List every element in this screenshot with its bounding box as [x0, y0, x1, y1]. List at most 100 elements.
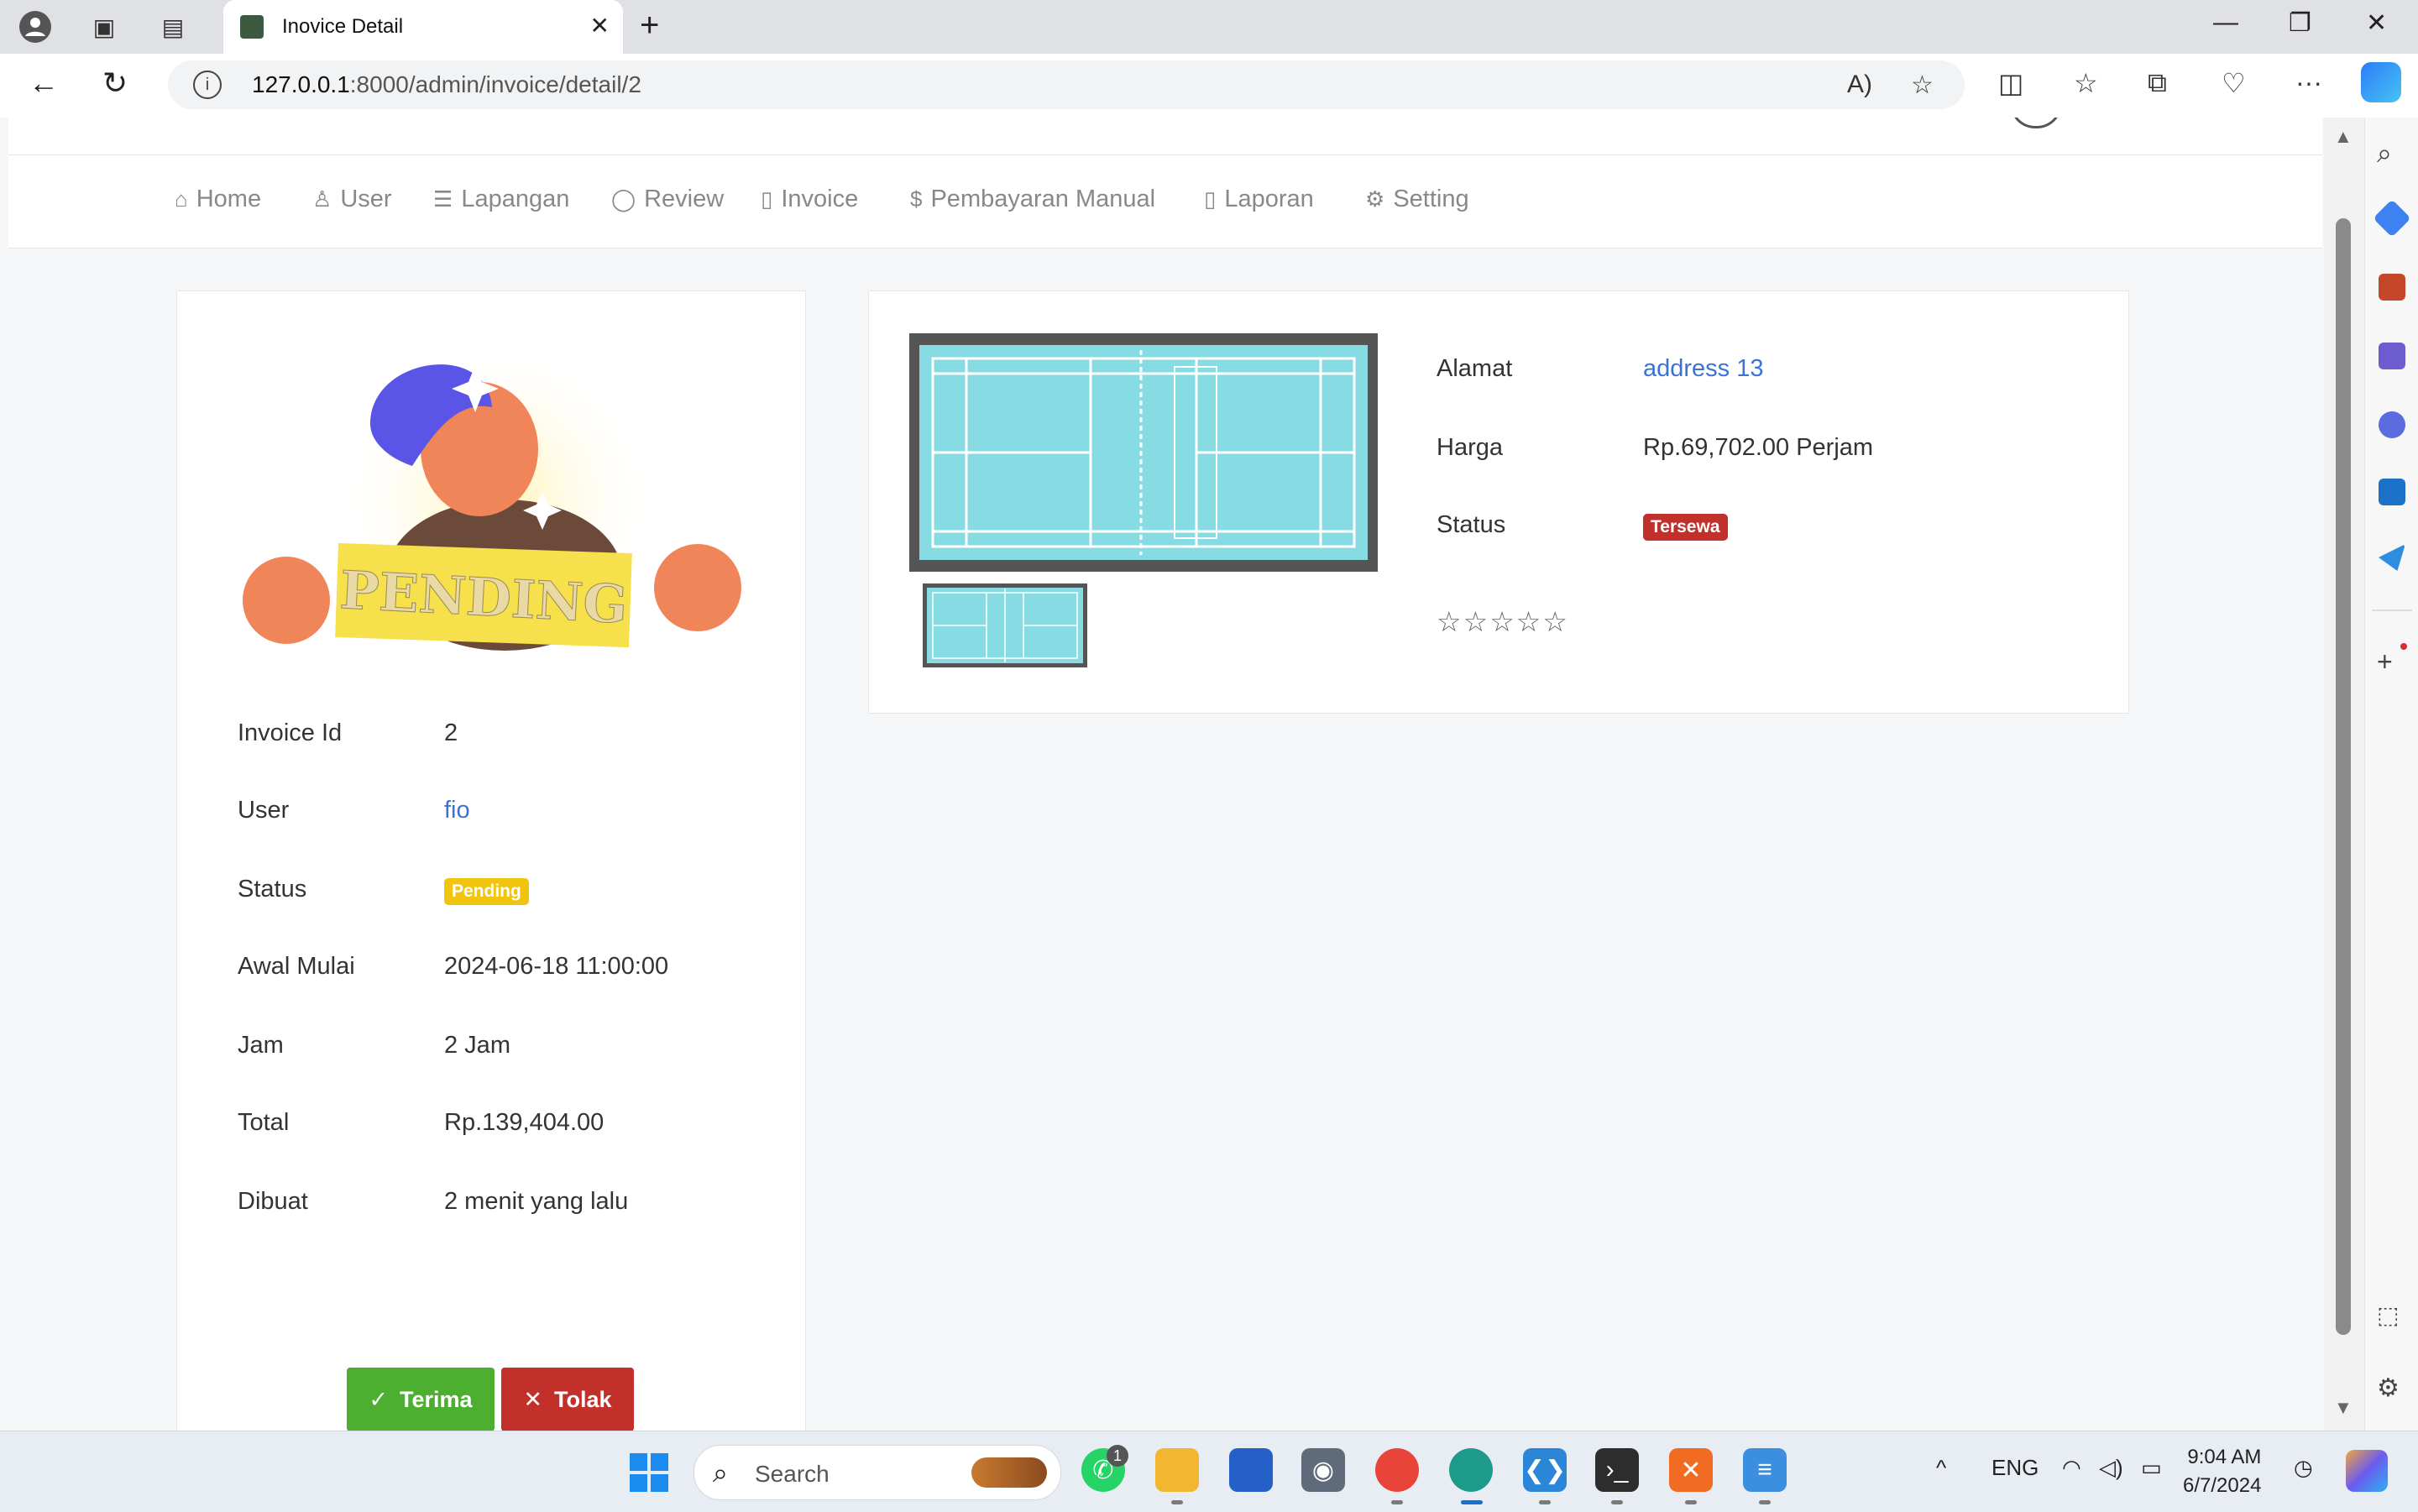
user-icon: ♙	[312, 186, 332, 212]
more-options-icon[interactable]: ···	[2295, 67, 2322, 98]
send-icon[interactable]	[2379, 544, 2405, 571]
nav-item-pembayaran-manual[interactable]: $ Pembayaran Manual	[910, 186, 1155, 213]
star-icon: ☆	[1542, 606, 1569, 637]
address-bar-row: ← ↻ i 127.0.0.1:8000/admin/invoice/detai…	[0, 54, 2418, 118]
star-icon: ☆	[1437, 606, 1463, 637]
chrome-icon[interactable]	[1375, 1448, 1419, 1492]
clipboard-icon: ▯	[761, 186, 773, 212]
nav-item-lapangan[interactable]: ☰ Lapangan	[433, 186, 569, 213]
running-indicator	[1539, 1500, 1551, 1504]
tools-briefcase-icon[interactable]	[2379, 274, 2405, 301]
copilot-icon[interactable]	[2361, 62, 2401, 102]
vscode-icon[interactable]: ❮❯	[1523, 1448, 1567, 1492]
chat-icon: ◯	[611, 186, 636, 212]
new-tab-icon[interactable]: +	[640, 7, 659, 44]
accept-button[interactable]: ✓ Terima	[347, 1368, 495, 1431]
terminal-icon[interactable]: ›_	[1595, 1448, 1639, 1492]
page-scrollbar[interactable]: ▲ ▼	[2324, 118, 2364, 1431]
battery-icon[interactable]: ▭	[2141, 1455, 2162, 1481]
inbox-icon: ⌂	[175, 186, 188, 212]
nav-item-setting[interactable]: ⚙ Setting	[1365, 186, 1469, 213]
vertical-tabs-icon[interactable]: ▤	[154, 8, 191, 45]
volume-icon[interactable]: ◁)	[2099, 1455, 2123, 1481]
favorite-star-icon[interactable]: ☆	[1911, 71, 1934, 100]
sidebar-settings-icon[interactable]: ⚙	[2377, 1373, 2400, 1403]
browser-tab-bar: ▣ ▤ Inovice Detail ✕ + — ❐ ✕	[0, 0, 2418, 54]
top-header-strip	[8, 118, 2322, 155]
back-icon[interactable]: ←	[29, 65, 59, 101]
status-badge: Pending	[444, 878, 529, 905]
windows-taskbar: ⌕ Search ✆ 1 ◉ ❮❯ ›_ ✕ ≡ ^ ENG ◠ ◁) ▭ 9:…	[0, 1431, 2418, 1512]
invoice-id-value: 2	[444, 719, 458, 746]
running-indicator	[1759, 1500, 1771, 1504]
screenshot-icon[interactable]: ⬚	[2377, 1301, 2399, 1329]
page-viewport: ⌂ Home ♙ User ☰ Lapangan ◯ Review ▯ Invoice $…	[0, 118, 2324, 1431]
restore-icon[interactable]: ❐	[2289, 8, 2311, 38]
system-clock[interactable]: 9:04 AM 6/7/2024	[2183, 1443, 2261, 1500]
wifi-icon[interactable]: ◠	[2062, 1455, 2081, 1481]
shopping-tag-icon[interactable]	[2373, 199, 2411, 238]
active-indicator	[1461, 1500, 1483, 1504]
gear-icon: ⚙	[1365, 186, 1385, 212]
add-icon[interactable]: +	[2377, 646, 2393, 678]
whatsapp-badge: 1	[1107, 1445, 1128, 1467]
search-icon: ⌕	[713, 1457, 728, 1488]
invoice-user-link[interactable]: fio	[444, 797, 470, 824]
minimize-icon[interactable]: —	[2213, 8, 2238, 37]
site-favicon-icon	[240, 15, 264, 39]
field-address-link[interactable]: address 13	[1643, 355, 1764, 383]
edge-icon[interactable]	[1449, 1448, 1493, 1492]
copilot-app-icon[interactable]	[2379, 411, 2405, 438]
favorites-icon[interactable]: ☆	[2074, 67, 2098, 99]
show-hidden-icons-icon[interactable]: ^	[1936, 1455, 1946, 1481]
outlook-icon[interactable]	[2379, 479, 2405, 505]
court-image[interactable]	[909, 333, 1378, 572]
nav-item-invoice[interactable]: ▯ Invoice	[761, 186, 858, 213]
split-screen-icon[interactable]: ◫	[1998, 67, 2023, 99]
file-explorer-icon[interactable]	[1155, 1448, 1199, 1492]
profile-icon[interactable]	[17, 8, 54, 45]
scroll-up-arrow-icon[interactable]: ▲	[2334, 126, 2353, 148]
close-tab-icon[interactable]: ✕	[590, 12, 610, 39]
performance-icon[interactable]: ♡	[2222, 67, 2246, 99]
collections-icon[interactable]: ⧉	[2148, 67, 2167, 99]
nav-item-user[interactable]: ♙ User	[312, 186, 392, 213]
url-text: 127.0.0.1:8000/admin/invoice/detail/2	[252, 71, 641, 97]
court-thumbnail[interactable]	[923, 583, 1087, 667]
copilot-preview-icon[interactable]	[2346, 1450, 2388, 1492]
star-icon: ☆	[1515, 606, 1543, 637]
site-info-icon[interactable]: i	[193, 71, 222, 99]
camera-icon[interactable]: ◉	[1301, 1448, 1345, 1492]
refresh-icon[interactable]: ↻	[102, 65, 128, 101]
games-icon[interactable]	[2379, 343, 2405, 369]
avatar[interactable]	[2010, 118, 2062, 128]
nav-item-laporan[interactable]: ▯ Laporan	[1204, 186, 1314, 213]
reject-button[interactable]: ✕ Tolak	[501, 1368, 634, 1431]
running-indicator	[1391, 1500, 1403, 1504]
xampp-icon[interactable]: ✕	[1669, 1448, 1713, 1492]
check-icon: ✓	[369, 1386, 389, 1412]
nav-item-home[interactable]: ⌂ Home	[175, 186, 261, 213]
read-aloud-icon[interactable]: A)	[1847, 71, 1872, 99]
notepad-icon[interactable]: ≡	[1743, 1448, 1787, 1492]
running-indicator	[1171, 1500, 1183, 1504]
scroll-thumb[interactable]	[2336, 218, 2351, 1335]
search-icon[interactable]: ⌕	[2377, 138, 2392, 170]
dollar-icon: $	[910, 186, 923, 212]
address-field[interactable]: i 127.0.0.1:8000/admin/invoice/detail/2 …	[168, 60, 1965, 109]
scroll-down-arrow-icon[interactable]: ▼	[2334, 1397, 2353, 1419]
tab-title: Inovice Detail	[282, 15, 404, 38]
nav-item-review[interactable]: ◯ Review	[611, 186, 724, 213]
microsoft-store-icon[interactable]	[1229, 1448, 1273, 1492]
close-window-icon[interactable]: ✕	[2366, 8, 2387, 38]
language-indicator[interactable]: ENG	[1991, 1455, 2039, 1481]
workspaces-icon[interactable]: ▣	[86, 8, 123, 45]
field-card: Alamat address 13 Harga Rp.69,702.00 Per…	[868, 290, 2129, 714]
rating-stars: ☆☆☆☆☆	[1437, 605, 1569, 638]
windows-start-icon[interactable]	[630, 1453, 668, 1492]
notification-icon[interactable]: ◷	[2294, 1455, 2313, 1481]
taskbar-search[interactable]: ⌕ Search	[693, 1445, 1061, 1500]
tab-invoice-detail[interactable]: Inovice Detail ✕	[223, 0, 623, 54]
star-icon: ☆	[1463, 606, 1490, 637]
pending-illustration: PENDING	[236, 340, 748, 667]
